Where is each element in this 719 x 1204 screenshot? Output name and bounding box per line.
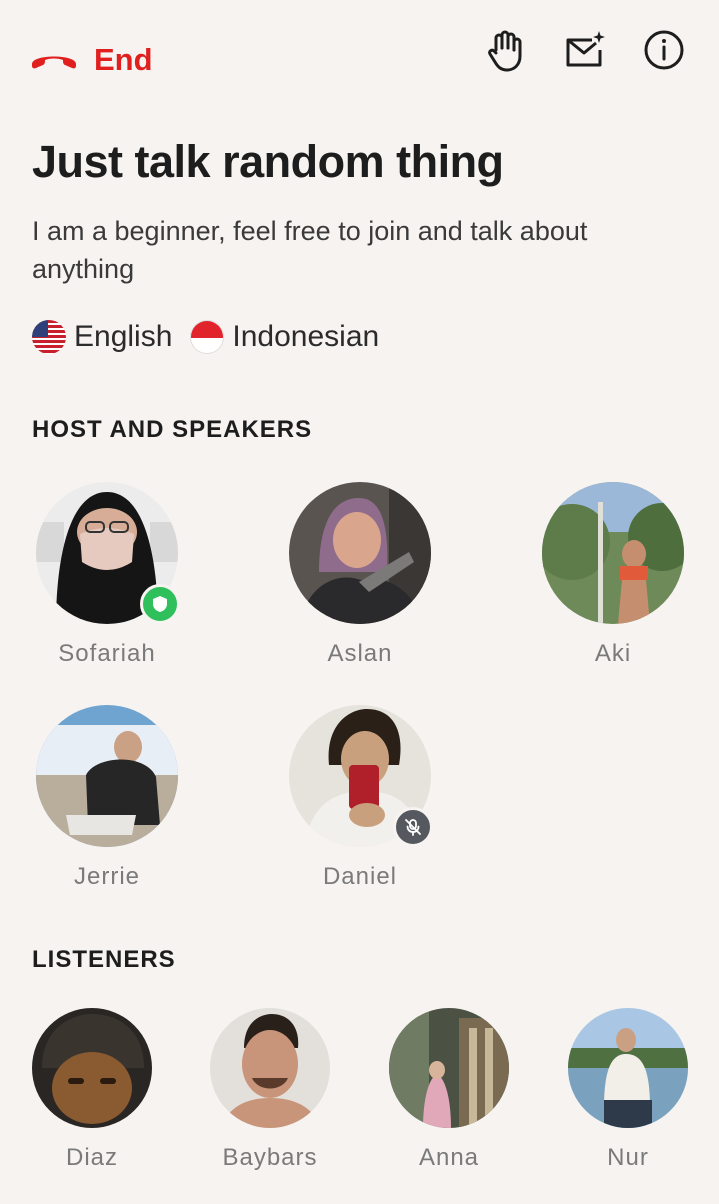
language-english: English xyxy=(32,320,172,354)
speaker-name: Sofariah xyxy=(58,640,156,667)
info-button[interactable] xyxy=(640,26,688,74)
language-indonesian: Indonesian xyxy=(190,320,379,354)
avatar xyxy=(389,1008,509,1128)
messages-button[interactable] xyxy=(560,26,608,74)
language-label: Indonesian xyxy=(232,320,380,353)
avatar xyxy=(210,1008,330,1128)
listener-name: Diaz xyxy=(65,1144,118,1171)
listener-anna[interactable]: Anna xyxy=(349,1008,549,1172)
listener-nur[interactable]: Nur xyxy=(528,1008,719,1172)
speaker-aslan[interactable]: Aslan xyxy=(260,482,460,668)
indonesia-flag-icon xyxy=(190,320,225,354)
speaker-sofariah[interactable]: Sofariah xyxy=(7,482,207,668)
speaker-daniel[interactable]: Daniel xyxy=(260,705,460,891)
top-bar: End xyxy=(0,0,719,118)
listener-diaz[interactable]: Diaz xyxy=(0,1008,192,1172)
raise-hand-icon xyxy=(488,30,522,72)
listener-baybars[interactable]: Baybars xyxy=(170,1008,370,1172)
listeners-section-title: LISTENERS xyxy=(32,946,176,973)
end-call-button[interactable]: End xyxy=(28,36,153,84)
raise-hand-button[interactable] xyxy=(480,26,528,74)
speaker-name: Aki xyxy=(594,640,632,667)
avatar xyxy=(542,482,684,624)
listener-name: Baybars xyxy=(222,1144,318,1171)
speaker-aki[interactable]: Aki xyxy=(513,482,713,668)
listener-name: Anna xyxy=(418,1144,480,1171)
speaker-name: Daniel xyxy=(322,863,398,890)
avatar xyxy=(568,1008,688,1128)
us-flag-icon xyxy=(32,320,66,354)
listener-name: Nur xyxy=(607,1144,649,1171)
phone-hangup-icon xyxy=(32,56,76,69)
avatar xyxy=(289,482,431,624)
end-label: End xyxy=(94,42,153,77)
avatar xyxy=(36,705,178,847)
speaker-jerrie[interactable]: Jerrie xyxy=(7,705,207,891)
avatar xyxy=(32,1008,152,1128)
info-icon xyxy=(644,30,684,70)
room-title: Just talk random thing xyxy=(32,136,504,187)
shield-icon xyxy=(140,584,180,624)
speaker-name: Jerrie xyxy=(73,863,140,890)
room-description: I am a beginner, feel free to join and t… xyxy=(32,216,588,284)
language-list: English Indonesian xyxy=(32,320,397,354)
speaker-name: Aslan xyxy=(327,640,393,667)
mail-sparkle-icon xyxy=(566,31,605,67)
speakers-section-title: HOST AND SPEAKERS xyxy=(32,416,313,443)
mic-muted-icon xyxy=(393,807,433,847)
language-label: English xyxy=(74,320,173,353)
